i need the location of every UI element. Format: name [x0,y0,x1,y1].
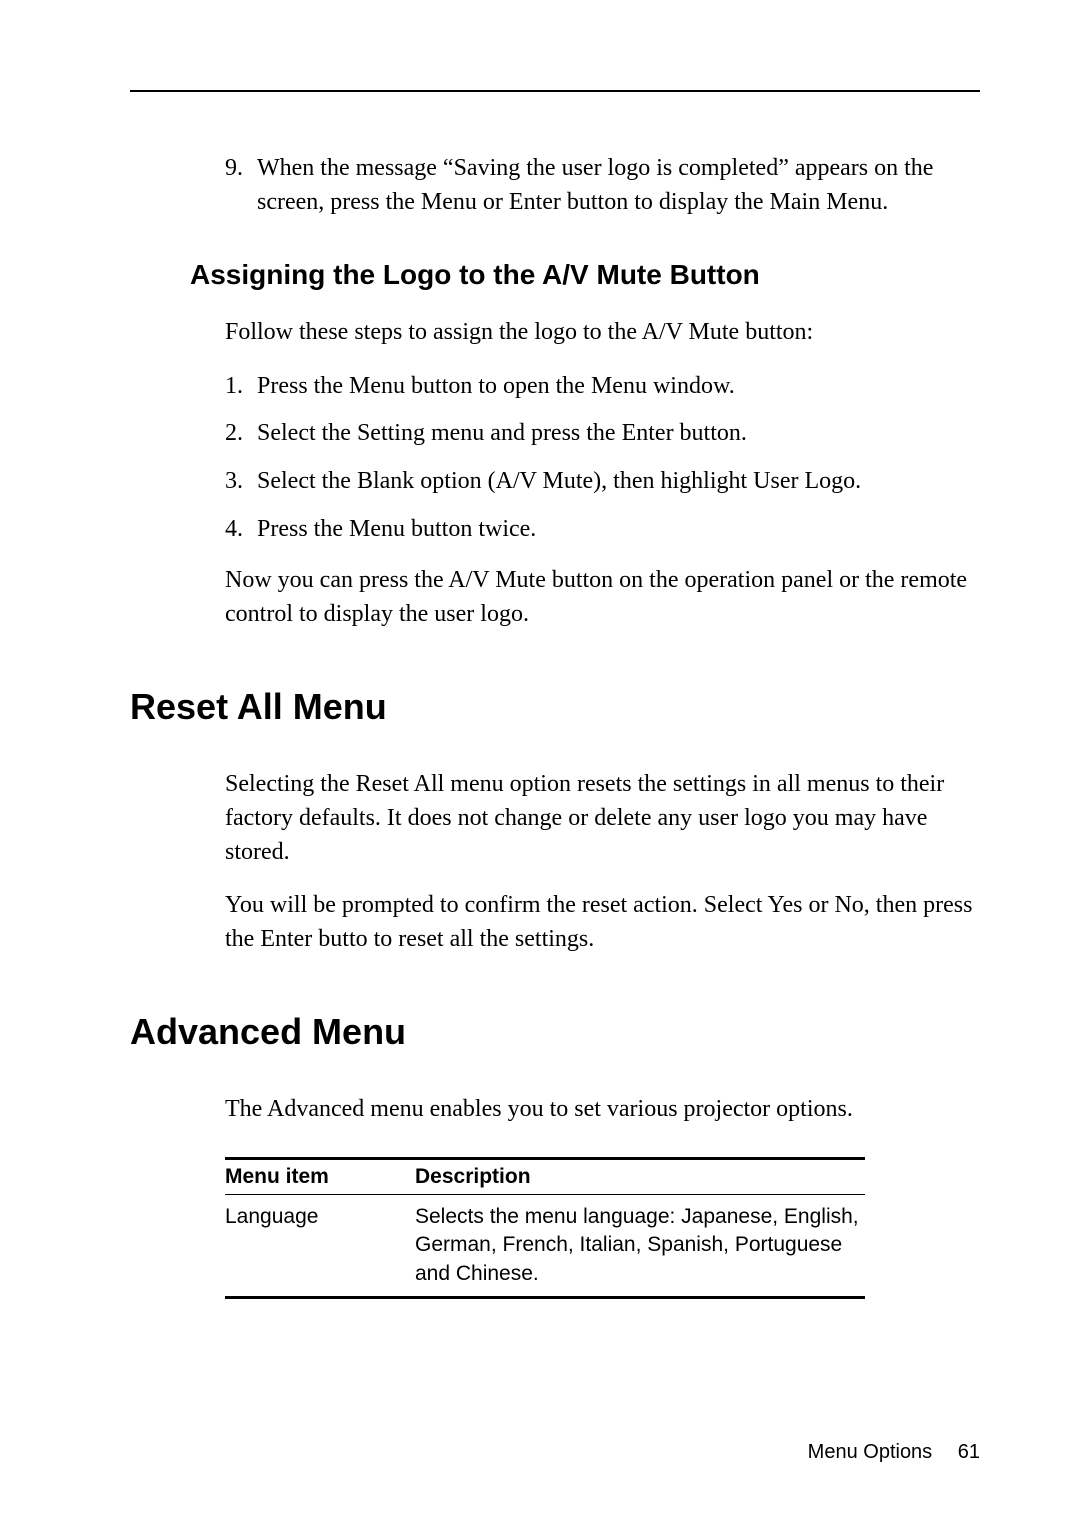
step-text: Select the Setting menu and press the En… [257,417,980,451]
heading-reset-all: Reset All Menu [130,686,980,728]
assign-step-3: 3. Select the Blank option (A/V Mute), t… [225,465,980,499]
assign-step-4: 4. Press the Menu button twice. [225,513,980,547]
step-number: 3. [225,465,257,499]
step-number: 1. [225,370,257,404]
footer-section: Menu Options [808,1441,933,1463]
assign-step-2: 2. Select the Setting menu and press the… [225,417,980,451]
assign-after: Now you can press the A/V Mute button on… [225,564,980,631]
step-number: 2. [225,417,257,451]
step-text: When the message “Saving the user logo i… [257,152,980,219]
step-9: 9. When the message “Saving the user log… [225,152,980,219]
step-text: Select the Blank option (A/V Mute), then… [257,465,980,499]
table-header-item: Menu item [225,1158,415,1194]
header-rule [130,90,980,92]
reset-paragraph-1: Selecting the Reset All menu option rese… [225,768,980,869]
subheading-assign-logo: Assigning the Logo to the A/V Mute Butto… [190,259,980,291]
step-text: Press the Menu button to open the Menu w… [257,370,980,404]
table-cell-item: Language [225,1194,415,1297]
page-footer: Menu Options 61 [808,1441,980,1464]
assign-intro: Follow these steps to assign the logo to… [225,316,980,350]
step-number: 4. [225,513,257,547]
assign-step-1: 1. Press the Menu button to open the Men… [225,370,980,404]
step-number: 9. [225,152,257,219]
reset-paragraph-2: You will be prompted to confirm the rese… [225,889,980,956]
table-row: Language Selects the menu language: Japa… [225,1194,865,1297]
step-text: Press the Menu button twice. [257,513,980,547]
table-cell-desc: Selects the menu language: Japanese, Eng… [415,1194,865,1297]
table-header-desc: Description [415,1158,865,1194]
advanced-intro: The Advanced menu enables you to set var… [225,1093,980,1127]
heading-advanced: Advanced Menu [130,1011,980,1053]
footer-page-number: 61 [958,1441,980,1463]
advanced-table: Menu item Description Language Selects t… [225,1157,980,1299]
